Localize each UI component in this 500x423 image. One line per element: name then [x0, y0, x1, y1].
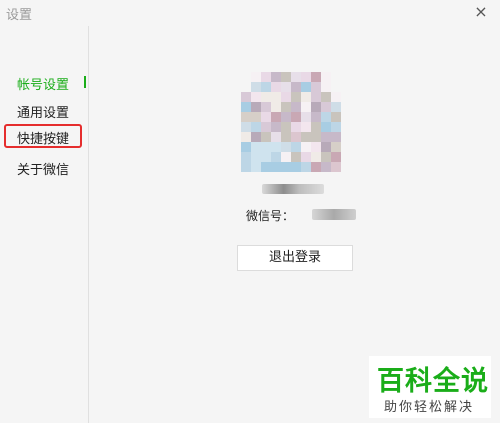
avatar[interactable] — [241, 72, 341, 172]
active-indicator — [84, 76, 86, 88]
sidebar-item-account-settings[interactable]: 帐号设置 — [17, 74, 69, 93]
settings-sidebar: 帐号设置 通用设置 快捷按键 关于微信 — [0, 26, 89, 423]
nickname-blurred — [262, 184, 324, 194]
window-title: 设置 — [6, 8, 33, 23]
sidebar-item-about-wechat[interactable]: 关于微信 — [17, 159, 69, 178]
wechat-id-label: 微信号： — [246, 209, 295, 223]
watermark-subtitle: 助你轻松解决 — [384, 400, 475, 415]
watermark-title: 百科全说 — [377, 366, 489, 397]
close-icon[interactable]: × — [462, 0, 500, 26]
wechat-id-blurred — [312, 209, 356, 220]
logout-button[interactable]: 退出登录 — [237, 245, 353, 271]
sidebar-item-shortcuts[interactable]: 快捷按键 — [17, 128, 69, 147]
sidebar-item-general-settings[interactable]: 通用设置 — [17, 102, 69, 121]
